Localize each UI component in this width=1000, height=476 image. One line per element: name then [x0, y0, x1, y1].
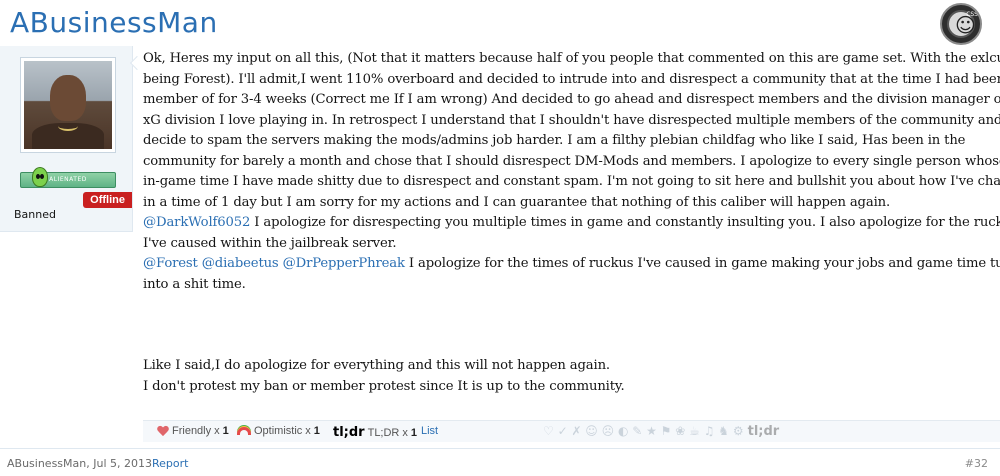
rating-tldr[interactable]: tl;dr TL;DR x 1 [333, 425, 417, 440]
message-line: @DarkWolf6052 I apologize for disrespect… [143, 213, 1000, 234]
rating-label: Friendly [172, 425, 212, 437]
rating-count: 1 [313, 425, 320, 437]
message-line: in-game time I have made shitty due to d… [143, 174, 1000, 189]
ratings-bar: Friendly x 1 Optimistic x 1 tl;dr TL;DR … [143, 420, 1000, 442]
message-text: I apologize for disrespecting you multip… [250, 215, 1000, 230]
mention-diabeetus[interactable]: @diabeetus [202, 256, 279, 271]
forum-post: ALIENATED Offline Banned Ok, Heres my in… [0, 46, 1000, 470]
message-line: I've caused within the jailbreak server. [143, 235, 397, 251]
rating-x: x [305, 425, 311, 437]
message-body: Ok, Heres my input on all this, (Not tha… [143, 49, 1000, 397]
rate-post-icons[interactable]: ♡ ✓ ✗ ☺ ☹ ◐ ✎ ★ ⚑ ❀ ☕ ♫ ♞ ⚙ tl;dr [543, 424, 779, 439]
mention-darkwolf6052[interactable]: @DarkWolf6052 [143, 215, 250, 230]
counter-strike-source-icon: ☺ CSS [940, 3, 982, 45]
rating-optimistic[interactable]: Optimistic x 1 [237, 425, 320, 437]
online-status-badge: Offline [83, 192, 132, 208]
message-line: community for barely a month and chose t… [143, 153, 1000, 169]
rating-x: x [214, 425, 220, 437]
message-line: decide to spam the servers making the mo… [143, 133, 966, 148]
mention-forest[interactable]: @Forest [143, 256, 198, 271]
page-title: ABusinessMan [10, 6, 218, 39]
logo-tag: CSS [966, 11, 978, 18]
user-info-panel: ALIENATED Offline Banned [0, 46, 133, 232]
message-line: xG division I love playing in. In retros… [143, 112, 1000, 128]
message-line: member of for 3-4 weeks (Correct me If I… [143, 92, 1000, 107]
rating-count: 1 [222, 425, 229, 437]
rank-label: ALIENATED [49, 176, 87, 183]
message-line: Like I said,I do apologize for everythin… [143, 358, 610, 373]
rating-friendly[interactable]: Friendly x 1 [157, 425, 229, 437]
message-line: into a shit time. [143, 276, 246, 292]
rainbow-icon [237, 427, 251, 435]
message-line: I don't protest my ban or member protest… [143, 378, 625, 394]
ratings-list-link[interactable]: List [421, 425, 438, 437]
report-link[interactable]: Report [152, 457, 188, 470]
rating-label: TL;DR [367, 426, 400, 439]
avatar[interactable] [20, 57, 116, 153]
message-text: I apologize for the times of ruckus I've… [404, 256, 1000, 271]
post-footer: ABusinessMan, Jul 5, 2013 Report #32 [0, 448, 1000, 476]
post-number[interactable]: #32 [965, 457, 988, 470]
message-line: being Forest). I'll admit,I went 110% ov… [143, 71, 1000, 87]
post-byline[interactable]: ABusinessMan, Jul 5, 2013 [7, 457, 152, 470]
message-line: in a time of 1 day but I am sorry for my… [143, 194, 891, 210]
rating-count: 1 [410, 426, 417, 439]
user-title: Banned [14, 208, 56, 221]
heart-icon [157, 426, 169, 436]
tldr-icon: tl;dr [333, 425, 365, 440]
message-line: @Forest @diabeetus @DrPepperPhreak I apo… [143, 254, 1000, 275]
avatar-image [24, 61, 112, 149]
rating-x: x [402, 426, 408, 439]
message-line: Ok, Heres my input on all this, (Not tha… [143, 51, 1000, 66]
tldr-icon: tl;dr [747, 424, 780, 439]
rating-label: Optimistic [254, 425, 303, 437]
thread-title-bar: ABusinessMan ☺ CSS [0, 0, 1000, 46]
rating-icons-row: ♡ ✓ ✗ ☺ ☹ ◐ ✎ ★ ⚑ ❀ ☕ ♫ ♞ ⚙ [543, 424, 744, 438]
mention-drpepperphreak[interactable]: @DrPepperPhreak [283, 256, 405, 271]
user-rank-badge: ALIENATED [20, 167, 116, 188]
